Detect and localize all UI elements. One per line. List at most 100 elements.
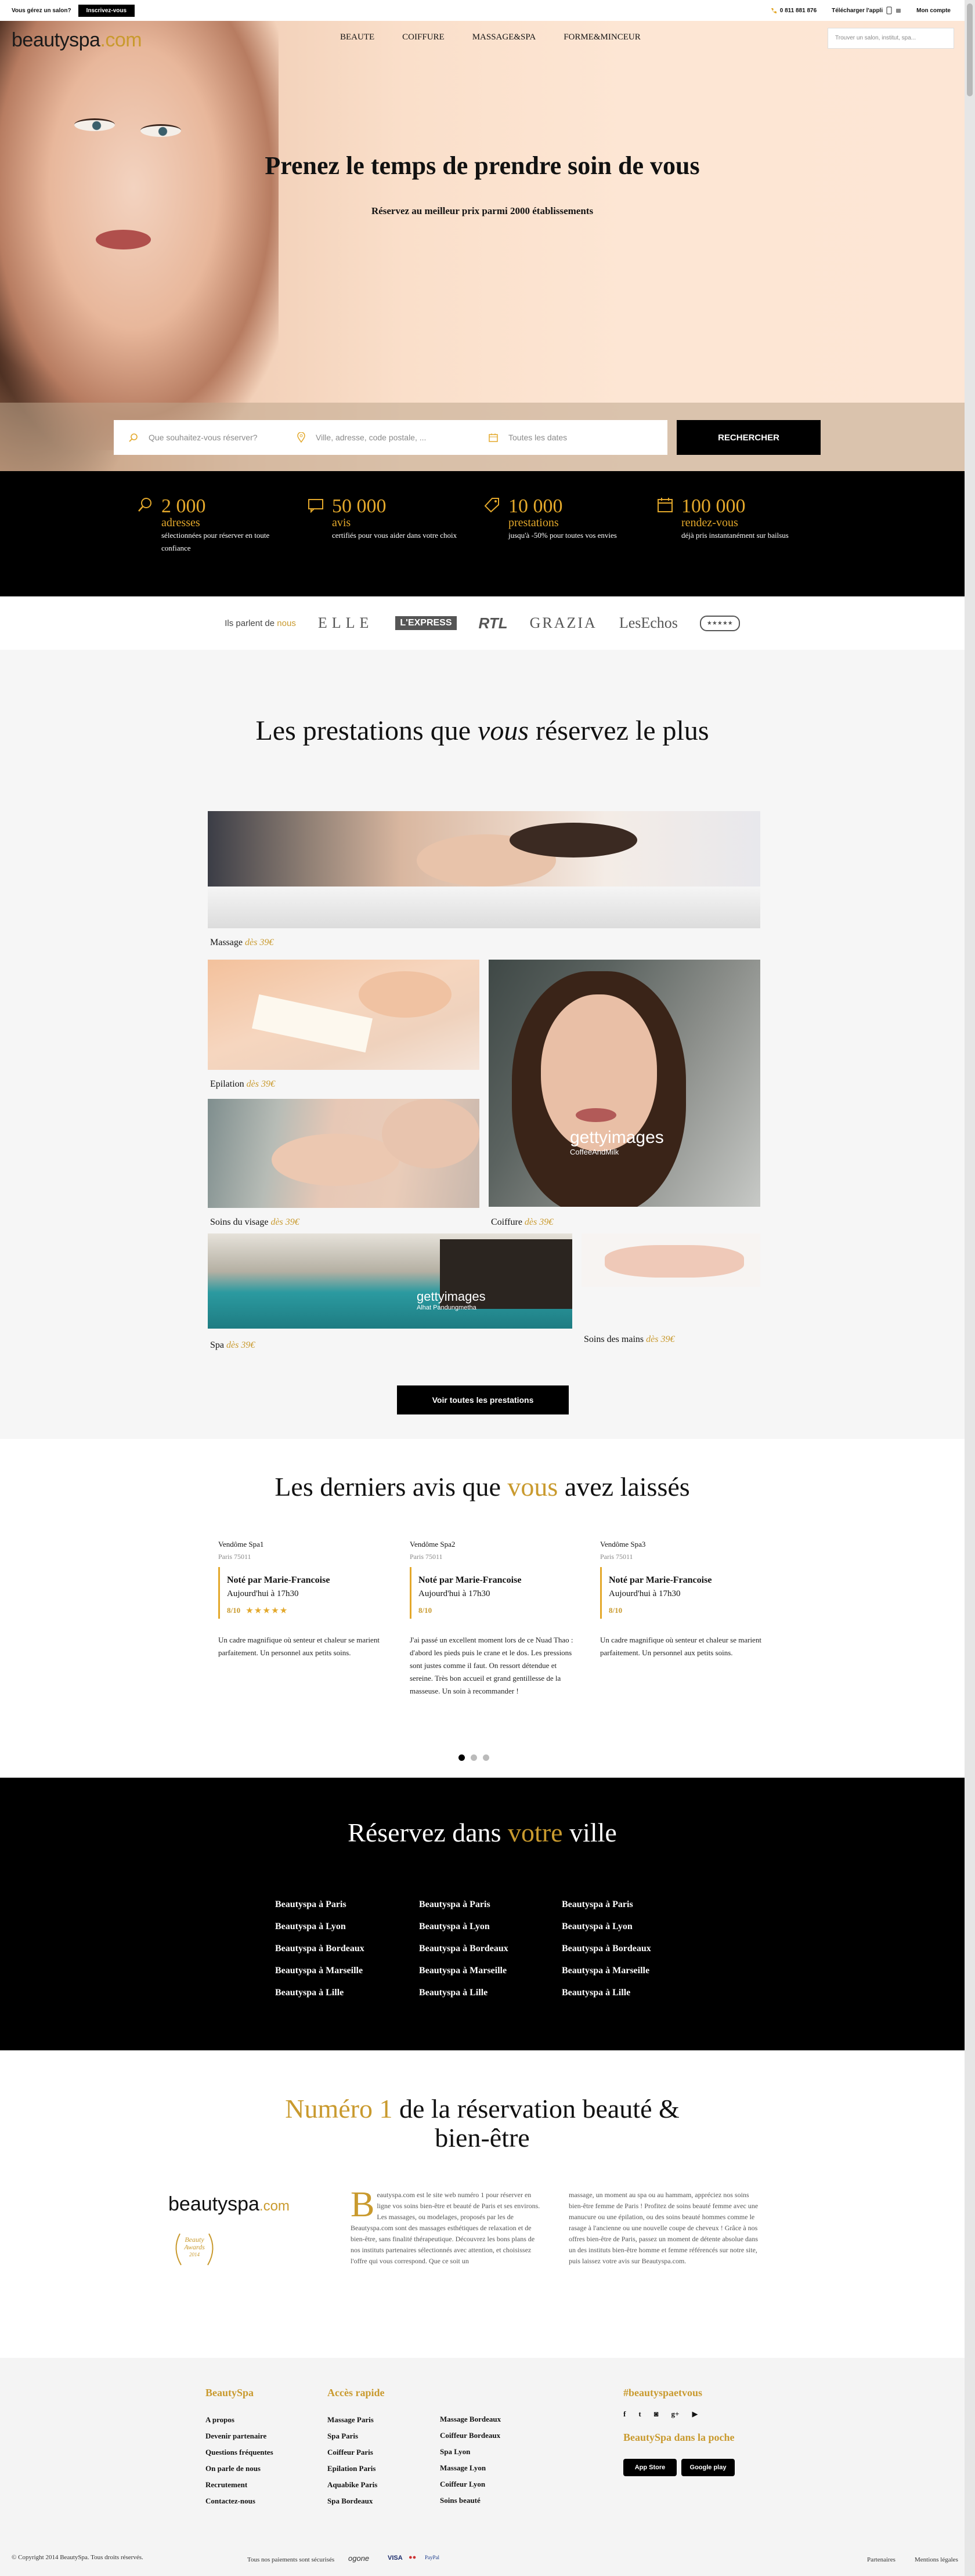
footer-link[interactable]: Coiffeur Bordeaux — [440, 2431, 501, 2440]
cities-title-highlight: votre — [508, 1818, 563, 1847]
footer-link[interactable]: Aquabike Paris — [327, 2480, 384, 2490]
review-spa[interactable]: Vendôme Spa1 — [218, 1540, 390, 1549]
epilation-label[interactable]: Epilation dès 39€ — [210, 1079, 275, 1090]
scrollbar-thumb[interactable] — [967, 3, 973, 96]
when-placeholder: Toutes les dates — [508, 433, 568, 442]
site-search-input[interactable]: Trouver un salon, institut, spa... — [828, 28, 954, 49]
footer-link[interactable]: Spa Paris — [327, 2432, 384, 2441]
city-link[interactable]: Beautyspa à Paris — [562, 1900, 651, 1910]
city-link[interactable]: Beautyspa à Lyon — [419, 1922, 508, 1932]
soins-visage-tile[interactable] — [208, 1099, 479, 1208]
footer-link[interactable]: Recrutement — [205, 2480, 273, 2490]
twitter-icon[interactable]: t — [638, 2409, 641, 2419]
signup-button[interactable]: Inscrivez-vous — [78, 4, 135, 17]
coiffure-label[interactable]: Coiffure dès 39€ — [491, 1217, 553, 1228]
epilation-tile[interactable] — [208, 960, 479, 1070]
watermark-text: gettyimages — [570, 1128, 664, 1147]
review-spa[interactable]: Vendôme Spa3 — [600, 1540, 772, 1549]
payments-label: Tous nos paiements sont sécurisés — [247, 2556, 335, 2563]
watermark-text: gettyimages — [417, 1289, 486, 1304]
footer-link[interactable]: Massage Lyon — [440, 2463, 501, 2473]
account-link[interactable]: Mon compte — [916, 8, 951, 14]
carousel-dot[interactable] — [471, 1754, 477, 1761]
review-city: Paris 75011 — [218, 1553, 251, 1561]
soins-mains-label[interactable]: Soins des mains dès 39€ — [584, 1334, 674, 1345]
city-link[interactable]: Beautyspa à Bordeaux — [419, 1944, 508, 1954]
paypal-logo: PayPal — [425, 2555, 440, 2560]
city-link[interactable]: Beautyspa à Bordeaux — [275, 1944, 364, 1954]
footer-link[interactable]: Contactez-nous — [205, 2497, 273, 2506]
nav-coiffure[interactable]: COIFFURE — [402, 32, 445, 42]
footer-link[interactable]: Soins beauté — [440, 2496, 501, 2505]
coiffure-tile[interactable]: gettyimages CoffeeAndMilk — [489, 960, 760, 1207]
soins-visage-label[interactable]: Soins du visage dès 39€ — [210, 1217, 299, 1228]
see-all-prestations-button[interactable]: Voir toutes les prestations — [397, 1385, 569, 1414]
app-download[interactable]: Télécharger l'appli — [832, 6, 901, 15]
search-button[interactable]: RECHERCHER — [677, 420, 821, 455]
stat-description: jusqu'à -50% pour toutes vos envies — [508, 531, 617, 540]
carousel-dot[interactable] — [458, 1754, 465, 1761]
city-link[interactable]: Beautyspa à Paris — [275, 1900, 364, 1910]
carousel-dot[interactable] — [483, 1754, 489, 1761]
massage-label[interactable]: Massage dès 39€ — [210, 938, 273, 948]
city-link[interactable]: Beautyspa à Lyon — [562, 1922, 651, 1932]
footer-link[interactable]: Massage Bordeaux — [440, 2415, 501, 2424]
facebook-icon[interactable]: f — [623, 2409, 626, 2419]
footer-link[interactable]: On parle de nous — [205, 2464, 273, 2473]
city-link[interactable]: Beautyspa à Marseille — [562, 1966, 651, 1976]
footer-link[interactable]: Coiffeur Paris — [327, 2448, 384, 2457]
award-year: 2014 — [189, 2252, 200, 2257]
footer-link[interactable]: Coiffeur Lyon — [440, 2480, 501, 2489]
partners-link[interactable]: Partenaires — [867, 2556, 895, 2563]
footer-link[interactable]: A propos — [205, 2415, 273, 2425]
legal-link[interactable]: Mentions légales — [915, 2556, 958, 2563]
city-link[interactable]: Beautyspa à Marseille — [275, 1966, 364, 1976]
city-link[interactable]: Beautyspa à Paris — [419, 1900, 508, 1910]
youtube-icon[interactable]: ▶ — [692, 2409, 698, 2419]
spa-label[interactable]: Spa dès 39€ — [210, 1340, 255, 1351]
about-logo: beautyspa.com — [168, 2193, 290, 2216]
what-field[interactable]: Que souhaitez-vous réserver? — [114, 420, 282, 455]
footer-link[interactable]: Questions fréquentes — [205, 2448, 273, 2457]
soins-mains-tile[interactable] — [582, 1233, 760, 1287]
review-spa[interactable]: Vendôme Spa2 — [410, 1540, 582, 1549]
service-name: Soins du visage — [210, 1217, 269, 1227]
city-link[interactable]: Beautyspa à Lille — [562, 1988, 651, 1998]
phone[interactable]: 0 811 881 876 — [771, 8, 817, 14]
city-link[interactable]: Beautyspa à Lyon — [275, 1922, 364, 1932]
massage-tile[interactable] — [208, 811, 760, 928]
footer-link[interactable]: Epilation Paris — [327, 2464, 384, 2473]
about-title: Numéro 1 de la réservation beauté & bien-… — [0, 2094, 965, 2152]
city-link[interactable]: Beautyspa à Marseille — [419, 1966, 508, 1976]
logo[interactable]: beautyspa.com — [12, 29, 142, 52]
instagram-icon[interactable]: ◙ — [654, 2409, 659, 2419]
footer-col-title: BeautySpa — [205, 2387, 254, 2398]
scrollbar[interactable] — [965, 0, 975, 2576]
googleplay-badge[interactable]: Google play — [681, 2459, 735, 2476]
pocket-title: BeautySpa dans la poche — [623, 2432, 735, 2443]
prestations-title: Les prestations que vous réservez le plu… — [0, 715, 965, 747]
stat-rendez-vous: 100 000 rendez-vous déjà pris instantanéme… — [657, 497, 815, 542]
appstore-badge[interactable]: App Store — [623, 2459, 677, 2476]
footer-link[interactable]: Spa Lyon — [440, 2447, 501, 2456]
review-text: J'ai passé un excellent moment lors de c… — [410, 1636, 573, 1695]
where-field[interactable]: Ville, adresse, code postale, ... — [282, 420, 474, 455]
city-link[interactable]: Beautyspa à Lille — [419, 1988, 508, 1998]
nav-forme-minceur[interactable]: FORME&MINCEUR — [564, 32, 641, 42]
nav-beaute[interactable]: BEAUTE — [340, 32, 374, 42]
city-link[interactable]: Beautyspa à Bordeaux — [562, 1944, 651, 1954]
logo-main: beautyspa — [12, 29, 100, 51]
press-logo-elle: ELLE — [317, 614, 374, 631]
google-plus-icon[interactable]: g+ — [671, 2409, 680, 2419]
city-link[interactable]: Beautyspa à Lille — [275, 1988, 364, 1998]
review-author: Noté par Marie-Francoise — [418, 1575, 522, 1585]
when-field[interactable]: Toutes les dates — [474, 420, 665, 455]
stat-number: 2 000 — [161, 495, 206, 517]
footer-link[interactable]: Spa Bordeaux — [327, 2497, 384, 2506]
press-logo-award: ★★★★★ — [699, 615, 740, 631]
footer-link[interactable]: Massage Paris — [327, 2415, 384, 2425]
nav-massage-spa[interactable]: MASSAGE&SPA — [472, 32, 536, 42]
footer-link[interactable]: Devenir partenaire — [205, 2432, 273, 2441]
carousel-dots — [458, 1754, 489, 1761]
spa-tile[interactable]: gettyimages Alhat Pandungmetha — [208, 1233, 572, 1329]
